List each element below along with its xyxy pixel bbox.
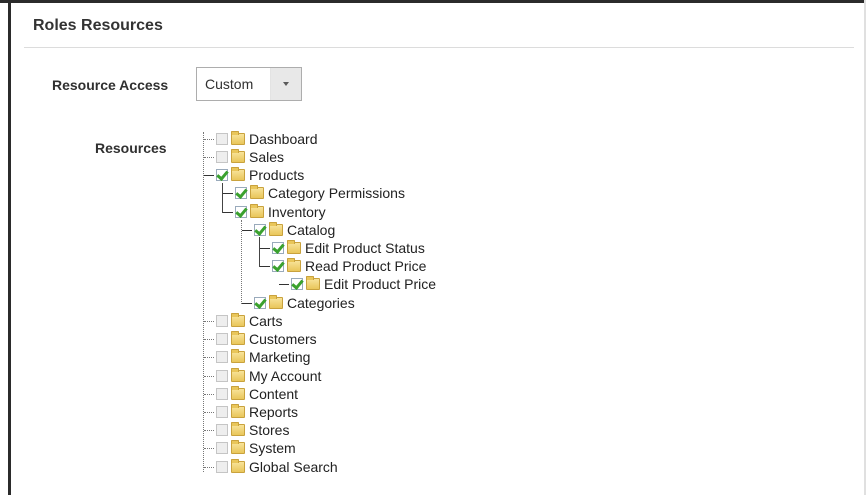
tree-item-customers[interactable]: Customers bbox=[204, 330, 317, 348]
checkbox[interactable] bbox=[216, 133, 228, 145]
folder-icon bbox=[231, 440, 245, 454]
folder-icon bbox=[231, 131, 245, 145]
folder-icon bbox=[231, 349, 245, 363]
checkbox[interactable] bbox=[216, 388, 228, 400]
folder-icon bbox=[269, 222, 283, 236]
tree-item-stores[interactable]: Stores bbox=[204, 421, 289, 439]
checkbox[interactable] bbox=[216, 442, 228, 454]
tree-item-my-account[interactable]: My Account bbox=[204, 367, 321, 385]
checkbox[interactable] bbox=[216, 151, 228, 163]
folder-icon bbox=[306, 276, 320, 290]
tree-item-system[interactable]: System bbox=[204, 439, 296, 457]
folder-icon bbox=[231, 459, 245, 473]
tree-item-content[interactable]: Content bbox=[204, 385, 298, 403]
resource-access-label: Resource Access bbox=[52, 77, 169, 93]
tree-item-dashboard[interactable]: Dashboard bbox=[204, 130, 318, 148]
checkbox[interactable] bbox=[216, 461, 228, 473]
folder-icon bbox=[231, 331, 245, 345]
checkbox-checked[interactable] bbox=[254, 297, 266, 309]
checkbox[interactable] bbox=[216, 370, 228, 382]
section-divider bbox=[24, 47, 854, 48]
chevron-down-icon bbox=[283, 82, 289, 86]
tree-item-category-permissions[interactable]: Category Permissions bbox=[223, 184, 405, 202]
folder-icon bbox=[231, 368, 245, 382]
tree-item-catalog[interactable]: Catalog bbox=[242, 221, 335, 239]
folder-icon bbox=[231, 386, 245, 400]
folder-icon bbox=[287, 258, 301, 272]
tree-item-categories[interactable]: Categories bbox=[242, 294, 355, 312]
folder-icon bbox=[287, 240, 301, 254]
resource-access-select[interactable]: Custom bbox=[196, 67, 302, 101]
window-top-border bbox=[0, 0, 866, 3]
checkbox-checked[interactable] bbox=[272, 260, 284, 272]
tree-item-carts[interactable]: Carts bbox=[204, 312, 282, 330]
checkbox[interactable] bbox=[216, 424, 228, 436]
folder-icon bbox=[231, 404, 245, 418]
tree-item-global-search[interactable]: Global Search bbox=[204, 458, 338, 476]
checkbox[interactable] bbox=[216, 315, 228, 327]
checkbox[interactable] bbox=[216, 351, 228, 363]
tree-item-inventory[interactable]: Inventory bbox=[223, 203, 326, 221]
checkbox-checked[interactable] bbox=[235, 206, 247, 218]
tree-item-products[interactable]: Products bbox=[204, 166, 304, 184]
folder-icon bbox=[231, 422, 245, 436]
tree-item-read-product-price[interactable]: Read Product Price bbox=[260, 257, 426, 275]
checkbox-checked[interactable] bbox=[254, 224, 266, 236]
dropdown-toggle[interactable] bbox=[270, 68, 301, 100]
checkbox-checked[interactable] bbox=[272, 242, 284, 254]
checkbox-checked[interactable] bbox=[216, 169, 228, 181]
tree-item-edit-product-price[interactable]: Edit Product Price bbox=[279, 275, 436, 293]
folder-icon bbox=[231, 313, 245, 327]
checkbox[interactable] bbox=[216, 333, 228, 345]
folder-icon bbox=[269, 295, 283, 309]
tree-item-edit-product-status[interactable]: Edit Product Status bbox=[260, 239, 425, 257]
tree-item-reports[interactable]: Reports bbox=[204, 403, 298, 421]
tree-item-marketing[interactable]: Marketing bbox=[204, 348, 310, 366]
checkbox-checked[interactable] bbox=[235, 187, 247, 199]
window-left-border bbox=[8, 0, 11, 495]
folder-icon bbox=[231, 149, 245, 163]
checkbox-checked[interactable] bbox=[291, 278, 303, 290]
folder-icon bbox=[250, 185, 264, 199]
section-title: Roles Resources bbox=[33, 17, 163, 34]
folder-icon bbox=[231, 167, 245, 181]
checkbox[interactable] bbox=[216, 406, 228, 418]
resources-label: Resources bbox=[95, 140, 167, 156]
resource-access-value: Custom bbox=[205, 76, 254, 92]
tree-item-sales[interactable]: Sales bbox=[204, 148, 284, 166]
folder-icon bbox=[250, 204, 264, 218]
